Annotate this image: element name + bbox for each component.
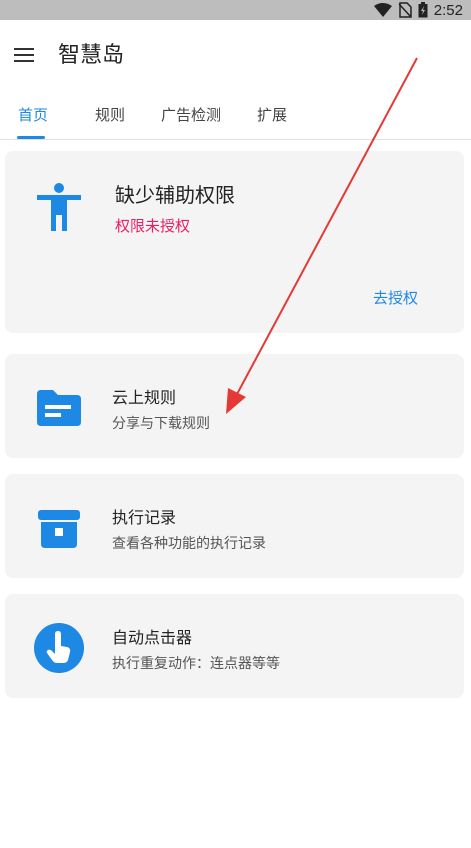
app-title: 智慧岛 (58, 43, 125, 68)
execution-log-card[interactable]: 执行记录 查看各种功能的执行记录 (5, 474, 464, 578)
permission-status: 权限未授权 (115, 217, 191, 235)
grant-permission-button[interactable]: 去授权 (373, 287, 418, 308)
execution-log-subtitle: 查看各种功能的执行记录 (112, 536, 266, 552)
permission-title: 缺少辅助权限 (115, 183, 235, 207)
cloud-rules-card[interactable]: 云上规则 分享与下载规则 (5, 354, 464, 458)
tab-home[interactable]: 首页 (18, 104, 48, 125)
archive-icon (38, 510, 80, 548)
touch-icon (34, 623, 84, 673)
cloud-rules-subtitle: 分享与下载规则 (112, 416, 210, 432)
app-bar: 智慧岛 (0, 20, 471, 90)
accessibility-icon (37, 183, 81, 231)
cloud-rules-title: 云上规则 (112, 388, 177, 407)
folder-icon (37, 390, 81, 426)
no-sim-icon (398, 2, 412, 18)
permission-card: 缺少辅助权限 权限未授权 去授权 (5, 151, 464, 333)
wifi-icon (373, 3, 392, 17)
execution-log-title: 执行记录 (112, 508, 177, 527)
tab-indicator (17, 136, 45, 139)
tab-rules[interactable]: 规则 (95, 104, 125, 125)
tab-bar: 首页 规则 广告检测 扩展 (0, 90, 471, 140)
auto-clicker-card[interactable]: 自动点击器 执行重复动作：连点器等等 (5, 594, 464, 698)
tab-ad-detection[interactable]: 广告检测 (161, 104, 221, 125)
menu-icon[interactable] (12, 43, 36, 67)
auto-clicker-subtitle: 执行重复动作：连点器等等 (112, 656, 280, 672)
status-bar: 2:52 (0, 0, 471, 20)
tab-extensions[interactable]: 扩展 (257, 104, 287, 125)
auto-clicker-title: 自动点击器 (112, 628, 193, 647)
battery-icon (418, 2, 428, 18)
status-time: 2:52 (433, 1, 463, 19)
